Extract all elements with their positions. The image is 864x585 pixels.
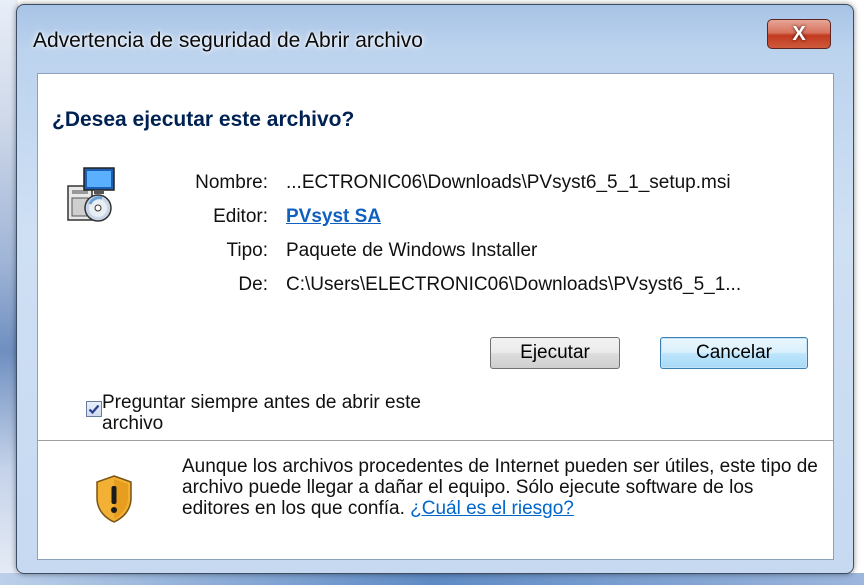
window-title: Advertencia de seguridad de Abrir archiv…: [33, 29, 423, 52]
close-button[interactable]: X: [767, 19, 831, 49]
field-label-name: Nombre:: [195, 172, 268, 193]
field-value-name: ...ECTRONIC06\Downloads\PVsyst6_5_1_setu…: [286, 172, 731, 193]
security-warning-dialog: Advertencia de seguridad de Abrir archiv…: [16, 4, 854, 574]
always-ask-label-line2: archivo: [102, 413, 164, 434]
checkmark-icon: [88, 404, 100, 415]
run-button[interactable]: Ejecutar: [490, 337, 620, 369]
dialog-body: ¿Desea ejecutar este archivo? Nombre: ..…: [37, 73, 834, 560]
always-ask-label[interactable]: Preguntar siempre antes de abrir este ar…: [102, 392, 492, 434]
shield-warning-icon: [96, 475, 132, 523]
field-value-from: C:\Users\ELECTRONIC06\Downloads\PVsyst6_…: [286, 274, 742, 295]
dialog-question: ¿Desea ejecutar este archivo?: [52, 108, 355, 131]
warning-message: Aunque los archivos procedentes de Inter…: [182, 456, 822, 519]
close-icon: X: [792, 23, 806, 45]
always-ask-checkbox[interactable]: [86, 401, 102, 417]
publisher-link[interactable]: PVsyst SA: [286, 206, 381, 228]
desktop-backdrop-bottom: [0, 573, 864, 585]
field-label-from: De:: [238, 274, 268, 295]
cancel-button[interactable]: Cancelar: [660, 337, 808, 369]
title-bar[interactable]: Advertencia de seguridad de Abrir archiv…: [17, 5, 853, 55]
always-ask-label-line1: Preguntar siempre antes de abrir este: [102, 392, 421, 413]
field-label-publisher: Editor:: [213, 206, 268, 227]
risk-link[interactable]: ¿Cuál es el riesgo?: [410, 498, 574, 519]
section-divider: [38, 440, 833, 441]
field-value-type: Paquete de Windows Installer: [286, 240, 538, 261]
field-label-type: Tipo:: [226, 240, 268, 261]
